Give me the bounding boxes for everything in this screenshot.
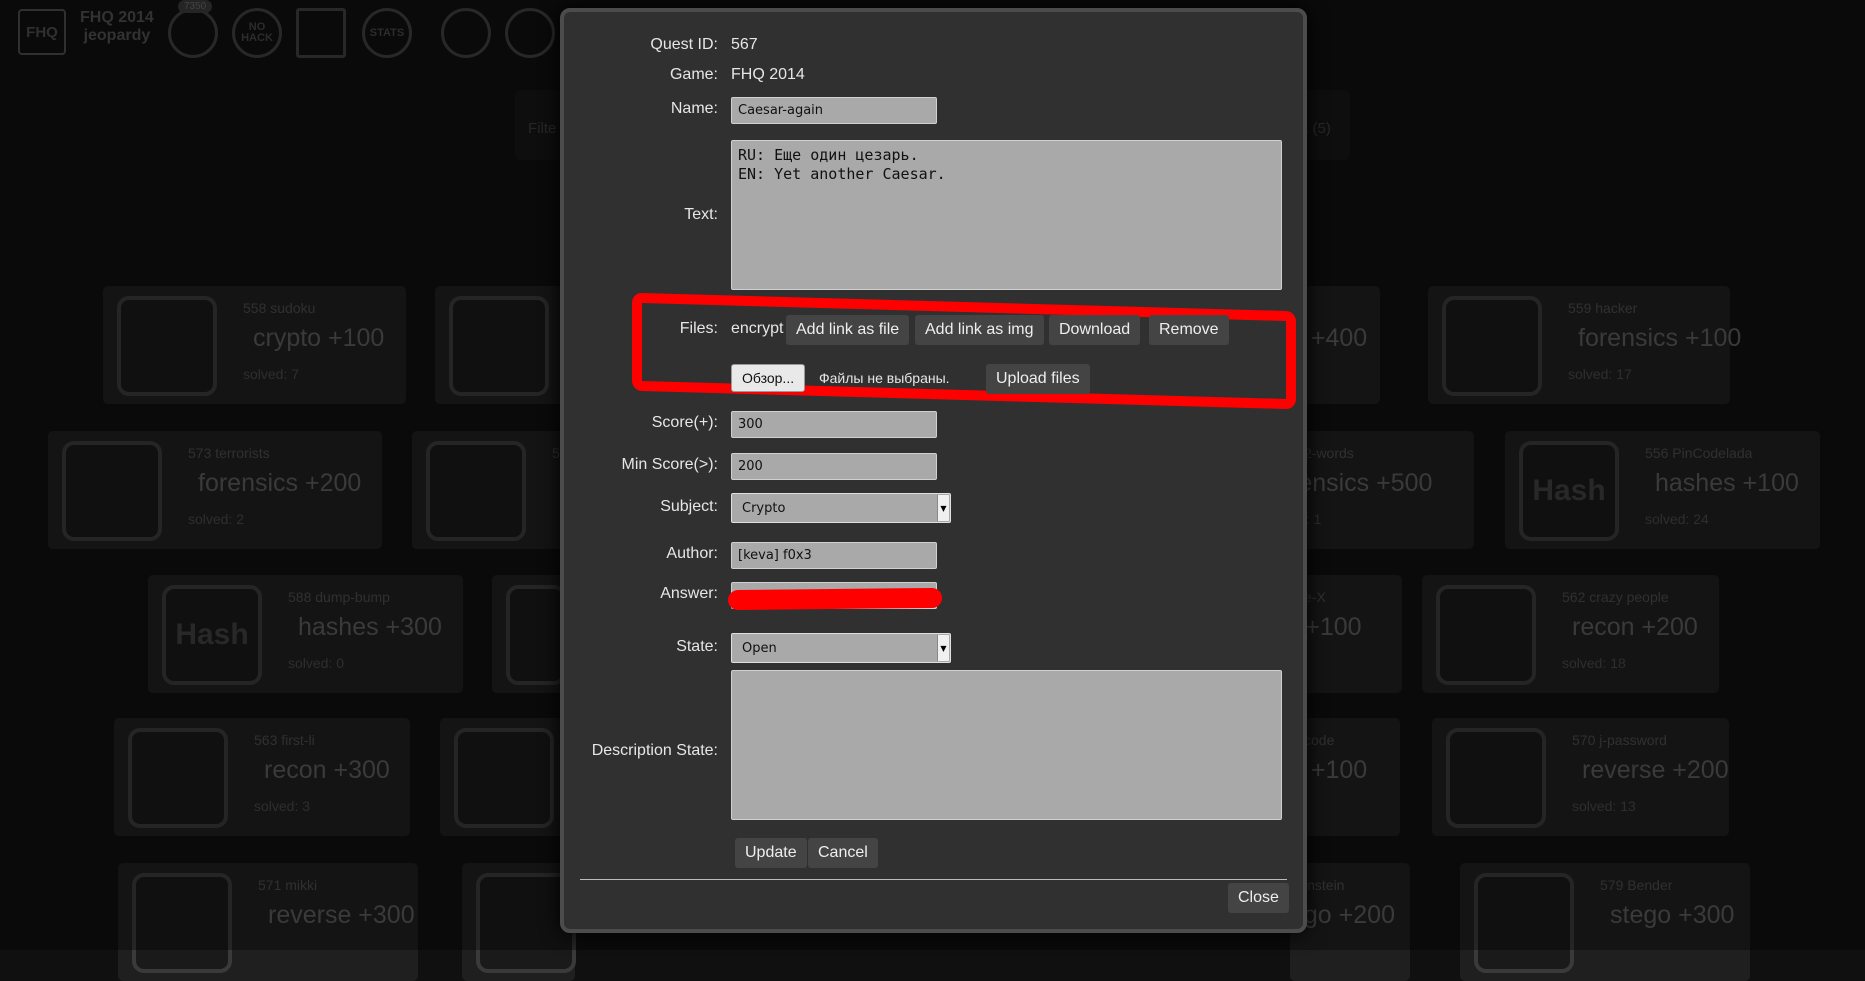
quest-id-value: 567 (731, 36, 758, 53)
add-link-as-img-button[interactable]: Add link as img (915, 315, 1044, 345)
author-label: Author: (666, 545, 718, 562)
state-select[interactable]: Open ▼ (731, 633, 951, 663)
red-highlight-annotation (632, 292, 1296, 410)
subject-label: Subject: (660, 498, 718, 515)
file-name: encrypt (731, 320, 784, 337)
files-label: Files: (679, 320, 718, 337)
answer-label: Answer: (660, 585, 718, 602)
text-label: Text: (684, 206, 718, 223)
remove-button[interactable]: Remove (1149, 315, 1229, 345)
min-score-label: Min Score(>): (621, 456, 718, 473)
name-label: Name: (670, 100, 718, 117)
chevron-down-icon[interactable]: ▼ (937, 495, 949, 521)
state-selected-value: Open (742, 641, 777, 656)
no-files-text: Файлы не выбраны. (819, 370, 950, 386)
game-label: Game: (669, 66, 718, 83)
min-score-input[interactable]: 200 (731, 453, 937, 480)
dialog-divider (580, 879, 1287, 880)
add-link-as-file-button[interactable]: Add link as file (786, 315, 910, 345)
name-input[interactable]: Caesar-again (731, 97, 937, 124)
score-label: Score(+): (651, 414, 718, 431)
description-state-textarea[interactable] (731, 670, 1282, 820)
update-button[interactable]: Update (735, 838, 807, 868)
close-button[interactable]: Close (1228, 883, 1289, 913)
browse-button[interactable]: Обзор... (731, 364, 806, 392)
chevron-down-icon[interactable]: ▼ (937, 635, 949, 661)
game-value: FHQ 2014 (731, 66, 805, 83)
subject-select[interactable]: Crypto ▼ (731, 493, 951, 523)
description-state-label: Description State: (591, 742, 718, 759)
cancel-button[interactable]: Cancel (808, 838, 878, 868)
subject-selected-value: Crypto (742, 501, 786, 516)
author-input[interactable]: [keva] f0x3 (731, 542, 937, 569)
score-input[interactable]: 300 (731, 411, 937, 438)
red-redaction-scribble (727, 587, 943, 611)
upload-files-button[interactable]: Upload files (986, 364, 1090, 394)
text-textarea[interactable]: RU: Еще один цезарь. EN: Yet another Cae… (731, 140, 1282, 290)
quest-id-label: Quest ID: (650, 36, 718, 53)
download-button[interactable]: Download (1049, 315, 1141, 345)
edit-quest-dialog: Quest ID: 567 Game: FHQ 2014 Name: Caesa… (560, 8, 1307, 933)
state-label: State: (676, 638, 718, 655)
